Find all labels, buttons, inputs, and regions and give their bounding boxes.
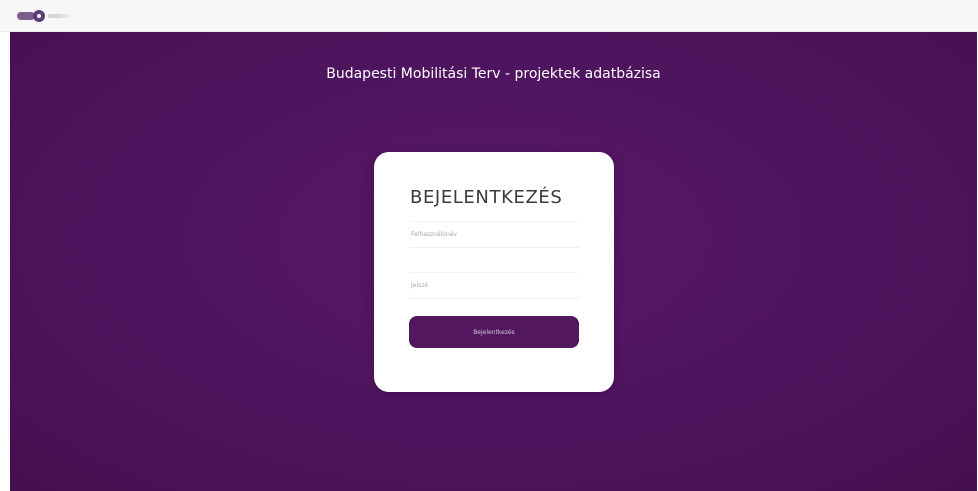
- login-card: BEJELENTKEZÉS Bejelentkezés: [374, 152, 614, 392]
- login-button[interactable]: Bejelentkezés: [409, 316, 579, 348]
- hero-section: Budapesti Mobilitási Terv - projektek ad…: [10, 32, 977, 491]
- logo-fade-shape: [48, 14, 70, 18]
- bkk-logo-icon[interactable]: [17, 9, 75, 23]
- browser-viewport: Budapesti Mobilitási Terv - projektek ad…: [0, 0, 978, 491]
- top-bar: [0, 0, 978, 32]
- username-input[interactable]: [409, 221, 579, 248]
- login-heading: BEJELENTKEZÉS: [410, 187, 563, 208]
- page-title: Budapesti Mobilitási Terv - projektek ad…: [326, 66, 661, 82]
- logo-circle-shape: [33, 10, 45, 22]
- password-input[interactable]: [409, 272, 579, 299]
